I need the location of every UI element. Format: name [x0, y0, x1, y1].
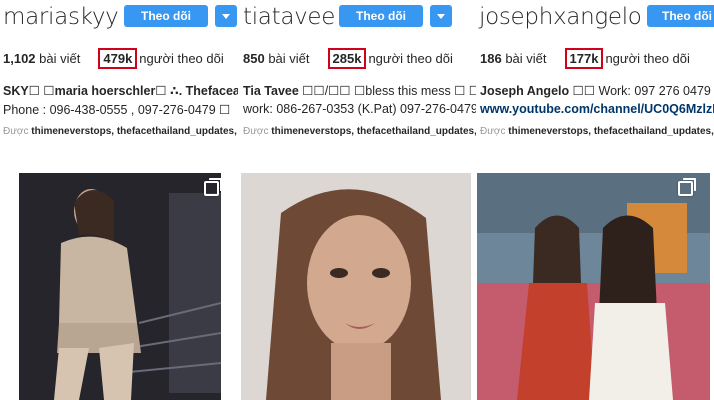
posts-label: bài viết	[505, 51, 547, 66]
followers-count[interactable]: 177k	[564, 48, 604, 69]
profile-username[interactable]: mariaskyy	[3, 4, 119, 30]
followed-prefix: Được	[480, 126, 506, 137]
post-thumbnail[interactable]	[477, 173, 710, 400]
post-photo	[241, 173, 471, 400]
bio-link[interactable]: www.youtube.com/channel/UC0Q6MzlzM	[480, 102, 714, 116]
profile-stats: 186 bài viết 177k người theo dõi	[480, 48, 690, 69]
post-thumbnail[interactable]	[19, 173, 221, 400]
bio-name: Joseph Angelo	[480, 84, 570, 98]
followed-by-users[interactable]: thimeneverstops, thefacethailand_updates…	[508, 126, 714, 137]
followers-label[interactable]: người theo dõi	[368, 51, 452, 66]
followed-by: Được thimeneverstops, thefacethailand_up…	[3, 126, 238, 137]
followed-by: Được thimeneverstops, thefacethailand_up…	[480, 126, 714, 137]
profile-username[interactable]: tiatavee	[243, 4, 335, 30]
followers-label[interactable]: người theo dõi	[605, 51, 689, 66]
profile-header-tiatavee: tiatavee Theo dõi 850 bài viết 285k người…	[240, 0, 476, 160]
bio-text: SKY☐ ☐maria hoerschler☐ ∴. Thefaceallst	[3, 84, 238, 98]
posts-count: 1,102	[3, 51, 36, 66]
multiple-posts-icon	[204, 178, 222, 196]
posts-label: bài viết	[268, 51, 310, 66]
bio-name: Tia Tavee	[243, 84, 299, 98]
bio-line: Tia Tavee ☐☐/☐☐ ☐bless this mess ☐ ☐ T	[243, 83, 476, 98]
follow-button[interactable]: Theo dõi	[339, 5, 423, 27]
follow-button[interactable]: Theo dõi	[124, 5, 208, 27]
posts-label: bài viết	[39, 51, 81, 66]
profile-header-mariaskyy: mariaskyy Theo dõi 1,102 bài viết 479k ng…	[0, 0, 238, 160]
bio-line: SKY☐ ☐maria hoerschler☐ ∴. Thefaceallst	[3, 83, 238, 98]
bio-text: ☐☐/☐☐ ☐bless this mess ☐ ☐ T	[298, 84, 476, 98]
bio-line: Phone : 096-438-0555 , 097-276-0479 ☐	[3, 103, 231, 117]
post-photo	[19, 173, 221, 400]
followed-by-users[interactable]: thimeneverstops, thefacethailand_updates…	[31, 126, 238, 137]
bio-text: ☐☐ Work: 097 276 0479	[569, 84, 711, 98]
followed-prefix: Được	[3, 126, 29, 137]
profile-username[interactable]: josephxangelo	[479, 4, 642, 30]
post-photo	[477, 173, 710, 400]
followed-by-users[interactable]: thimeneverstops, thefacethailand_updates…	[271, 126, 476, 137]
bio-line: work: 086-267-0353 (K.Pat) 097-276-0479	[243, 102, 476, 116]
suggestions-dropdown-button[interactable]	[430, 5, 452, 27]
chevron-down-icon	[222, 13, 230, 19]
follow-button[interactable]: Theo dõi	[647, 5, 714, 27]
profile-stats: 850 bài viết 285k người theo dõi	[243, 48, 453, 69]
followed-by: Được thimeneverstops, thefacethailand_up…	[243, 126, 476, 137]
multiple-posts-icon	[678, 178, 696, 196]
profile-stats: 1,102 bài viết 479k người theo dõi	[3, 48, 224, 69]
post-thumbnail[interactable]	[241, 173, 471, 400]
posts-count: 850	[243, 51, 265, 66]
followed-prefix: Được	[243, 126, 269, 137]
posts-count: 186	[480, 51, 502, 66]
followers-label[interactable]: người theo dõi	[139, 51, 223, 66]
chevron-down-icon	[437, 13, 445, 19]
followers-count[interactable]: 285k	[327, 48, 367, 69]
followers-count[interactable]: 479k	[98, 48, 138, 69]
profile-header-josephxangelo: ¨ josephxangelo Theo dõi 186 bài viết 17…	[477, 0, 714, 160]
bio-line: Joseph Angelo ☐☐ Work: 097 276 0479	[480, 83, 711, 98]
suggestions-dropdown-button[interactable]	[215, 5, 237, 27]
